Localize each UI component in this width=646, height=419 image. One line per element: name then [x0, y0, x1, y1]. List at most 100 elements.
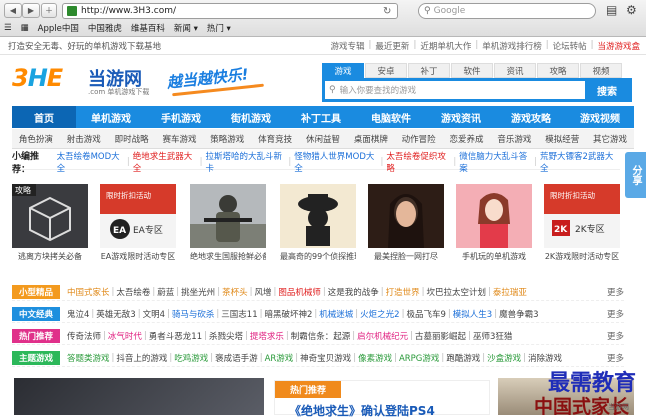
nav-software[interactable]: 电脑软件: [356, 106, 426, 128]
category-link[interactable]: 中国式家长: [67, 286, 110, 298]
google-search-field[interactable]: ⚲ Google: [418, 3, 596, 19]
category-link[interactable]: 制霸信条：起源: [291, 330, 351, 342]
bookmarks-icon[interactable]: ☰: [4, 23, 12, 33]
subnav-item[interactable]: 即时战略: [108, 133, 156, 145]
category-link[interactable]: 这是我的战争: [328, 286, 379, 298]
card-escape-cube[interactable]: 攻略 逃离方块拷关必备: [12, 184, 88, 268]
category-link[interactable]: 提塔求乐: [250, 330, 284, 342]
recommend-link[interactable]: 拉斯塔哈的大乱斗新卡: [206, 150, 286, 174]
search-tab-software[interactable]: 软件: [451, 63, 493, 78]
subnav-item[interactable]: 赛车游戏: [156, 133, 204, 145]
more-link[interactable]: 更多: [602, 286, 624, 298]
top-link[interactable]: 近期单机大作: [420, 40, 471, 52]
hot-headline[interactable]: 《绝地求生》确认登陆PS4: [289, 402, 435, 419]
site-search-button[interactable]: 搜索: [585, 81, 629, 99]
reload-icon[interactable]: ↻: [383, 6, 397, 17]
search-tab-android[interactable]: 安卓: [365, 63, 407, 78]
top-link[interactable]: 单机游戏排行榜: [482, 40, 542, 52]
category-link[interactable]: 机械迷城: [319, 308, 353, 320]
category-link[interactable]: 风增: [254, 286, 271, 298]
share-button[interactable]: 分享: [625, 152, 646, 198]
grid-icon[interactable]: ▦: [21, 23, 29, 33]
bookmark-wikipedia[interactable]: 维基百科: [131, 22, 165, 34]
nav-patch-tools[interactable]: 补丁工具: [286, 106, 356, 128]
category-tag[interactable]: 小型精品: [12, 284, 60, 299]
bookmark-yahoo[interactable]: 中国雅虎: [88, 22, 122, 34]
nav-game-videos[interactable]: 游戏视频: [566, 106, 634, 128]
back-button[interactable]: ◀: [4, 3, 22, 18]
category-tag[interactable]: 主题游戏: [12, 350, 60, 365]
category-link[interactable]: 启尔机械纪元: [357, 330, 408, 342]
subnav-item[interactable]: 恋爱养成: [443, 133, 491, 145]
site-search-input[interactable]: ⚲ 输入你要查找的游戏: [325, 81, 585, 99]
more-link[interactable]: 更多: [602, 308, 624, 320]
category-tag[interactable]: 中文经典: [12, 306, 60, 321]
category-link[interactable]: 文明4: [143, 308, 165, 320]
category-link[interactable]: 蔚蓝: [157, 286, 174, 298]
subnav-item[interactable]: 桌面棋牌: [347, 133, 395, 145]
subnav-item[interactable]: 音乐游戏: [490, 133, 538, 145]
card-detective[interactable]: 最高奇的99个侦探推理: [280, 184, 356, 268]
search-tab-guide[interactable]: 攻略: [537, 63, 579, 78]
nav-game-news[interactable]: 游戏资讯: [426, 106, 496, 128]
nav-game-guides[interactable]: 游戏攻略: [496, 106, 566, 128]
nav-mobile-games[interactable]: 手机游戏: [146, 106, 216, 128]
subnav-item[interactable]: 动作冒险: [395, 133, 443, 145]
card-mobile-games[interactable]: 手机玩的单机游戏: [456, 184, 532, 268]
category-tag[interactable]: 热门推荐: [12, 328, 60, 343]
category-link[interactable]: 冰气时代: [108, 330, 142, 342]
category-link[interactable]: ARPG游戏: [399, 352, 439, 364]
category-link[interactable]: 答题类游戏: [67, 352, 110, 364]
search-tab-patch[interactable]: 补丁: [408, 63, 450, 78]
category-link[interactable]: 古墓丽影崛起: [415, 330, 466, 342]
category-link[interactable]: 跑酷游戏: [446, 352, 480, 364]
category-link[interactable]: 巫师3狂猎: [473, 330, 512, 342]
category-link[interactable]: 神奇宝贝游戏: [300, 352, 351, 364]
bookmark-news[interactable]: 新闻 ▾: [174, 22, 198, 34]
address-text[interactable]: http://www.3H3.com/: [81, 6, 383, 16]
category-link[interactable]: 褒成语手游: [215, 352, 258, 364]
category-link[interactable]: 泰拉瑞亚: [493, 286, 527, 298]
category-link[interactable]: 模拟人生3: [453, 308, 492, 320]
game-box-link[interactable]: 当游游戏盒: [597, 40, 640, 52]
search-tab-game[interactable]: 游戏: [322, 63, 364, 78]
card-ea-zone[interactable]: 限时折扣活动 EA EA专区 EA游戏限时活动专区: [100, 184, 176, 268]
more-link[interactable]: 更多: [602, 352, 624, 364]
category-link[interactable]: 骑马与砍杀: [172, 308, 215, 320]
address-bar[interactable]: http://www.3H3.com/ ↻: [62, 3, 398, 19]
category-link[interactable]: 极品飞车9: [406, 308, 445, 320]
category-link[interactable]: 挑坐光州: [181, 286, 215, 298]
subnav-item[interactable]: 其它游戏: [586, 133, 634, 145]
forward-button[interactable]: ▶: [22, 3, 40, 18]
category-link[interactable]: 火炬之光2: [360, 308, 399, 320]
top-link[interactable]: 游戏专辑: [331, 40, 365, 52]
recommend-link[interactable]: 绝地求生武器大全: [133, 150, 197, 174]
card-pubg[interactable]: 绝地求生国服抢鲜必备: [190, 184, 266, 268]
category-link[interactable]: 暗黑破坏神2: [264, 308, 312, 320]
category-link[interactable]: 像素游戏: [358, 352, 392, 364]
category-link[interactable]: 魔兽争霸3: [499, 308, 538, 320]
bookmark-hot[interactable]: 热门 ▾: [207, 22, 231, 34]
nav-home[interactable]: 首页: [12, 106, 76, 128]
category-link[interactable]: 抖音上的游戏: [116, 352, 167, 364]
category-link[interactable]: 勇者斗恶龙11: [149, 330, 202, 342]
recommend-link[interactable]: 太吾绘卷促织攻略: [386, 150, 450, 174]
subnav-item[interactable]: 模拟经营: [538, 133, 586, 145]
category-link[interactable]: AR游戏: [265, 352, 294, 364]
subnav-item[interactable]: 体育竞技: [251, 133, 299, 145]
bookmark-apple[interactable]: Apple中国: [38, 22, 79, 34]
page-menu-icon[interactable]: ▤: [606, 3, 617, 17]
category-link[interactable]: 坎巴拉太空计划: [427, 286, 487, 298]
site-logo[interactable]: 3HE 当游网 .com 单机游戏下载: [12, 64, 162, 98]
top-link[interactable]: 论坛转帖: [553, 40, 587, 52]
subnav-item[interactable]: 休闲益智: [299, 133, 347, 145]
gear-icon[interactable]: ⚙: [626, 3, 637, 17]
category-link[interactable]: 英雄无敌3: [96, 308, 135, 320]
category-link[interactable]: 沙盒游戏: [487, 352, 521, 364]
category-link[interactable]: 传奇法师: [67, 330, 101, 342]
top-link[interactable]: 最近更新: [375, 40, 409, 52]
recommend-link[interactable]: 怪物猎人世界MOD大全: [294, 150, 377, 174]
nav-pc-games[interactable]: 单机游戏: [76, 106, 146, 128]
more-link[interactable]: 更多: [602, 330, 624, 342]
recommend-link[interactable]: 荒野大镖客2武器大全: [540, 150, 617, 174]
